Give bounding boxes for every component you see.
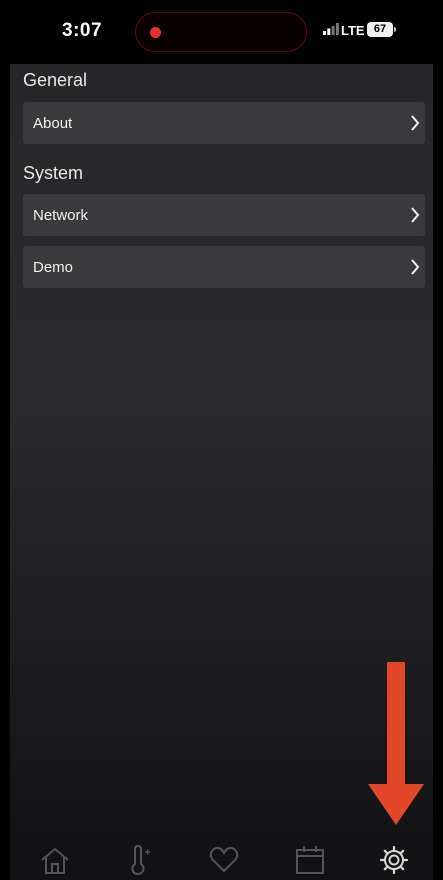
status-time: 3:07: [62, 20, 103, 41]
network-type-label: LTE: [341, 23, 365, 38]
signal-icon: [323, 23, 339, 35]
battery-tip: [394, 27, 396, 32]
battery-icon: 67: [367, 22, 393, 37]
dynamic-island: [135, 12, 307, 52]
row-label: Network: [33, 207, 89, 224]
thermometer-icon[interactable]: [123, 844, 155, 876]
recording-indicator: [150, 27, 161, 38]
settings-screen: 3:07 LTE 67 General About System Network…: [10, 0, 433, 880]
section-title-system: System: [23, 163, 84, 183]
home-icon[interactable]: [39, 844, 71, 876]
chevron-right-icon: [411, 207, 420, 223]
heart-icon[interactable]: [208, 844, 240, 876]
gear-icon[interactable]: [378, 844, 410, 876]
chevron-right-icon: [411, 115, 420, 131]
calendar-icon[interactable]: [294, 844, 326, 876]
tab-bar: [10, 834, 433, 880]
row-label: Demo: [33, 259, 74, 276]
settings-row-about[interactable]: About: [23, 102, 425, 144]
chevron-right-icon: [411, 259, 420, 275]
battery-level: 67: [373, 23, 387, 35]
row-label: About: [33, 115, 73, 132]
status-bar: 3:07 LTE 67: [10, 0, 433, 64]
section-title-general: General: [23, 70, 88, 90]
settings-row-network[interactable]: Network: [23, 194, 425, 236]
settings-row-demo[interactable]: Demo: [23, 246, 425, 288]
down-arrow-icon: [368, 662, 424, 825]
